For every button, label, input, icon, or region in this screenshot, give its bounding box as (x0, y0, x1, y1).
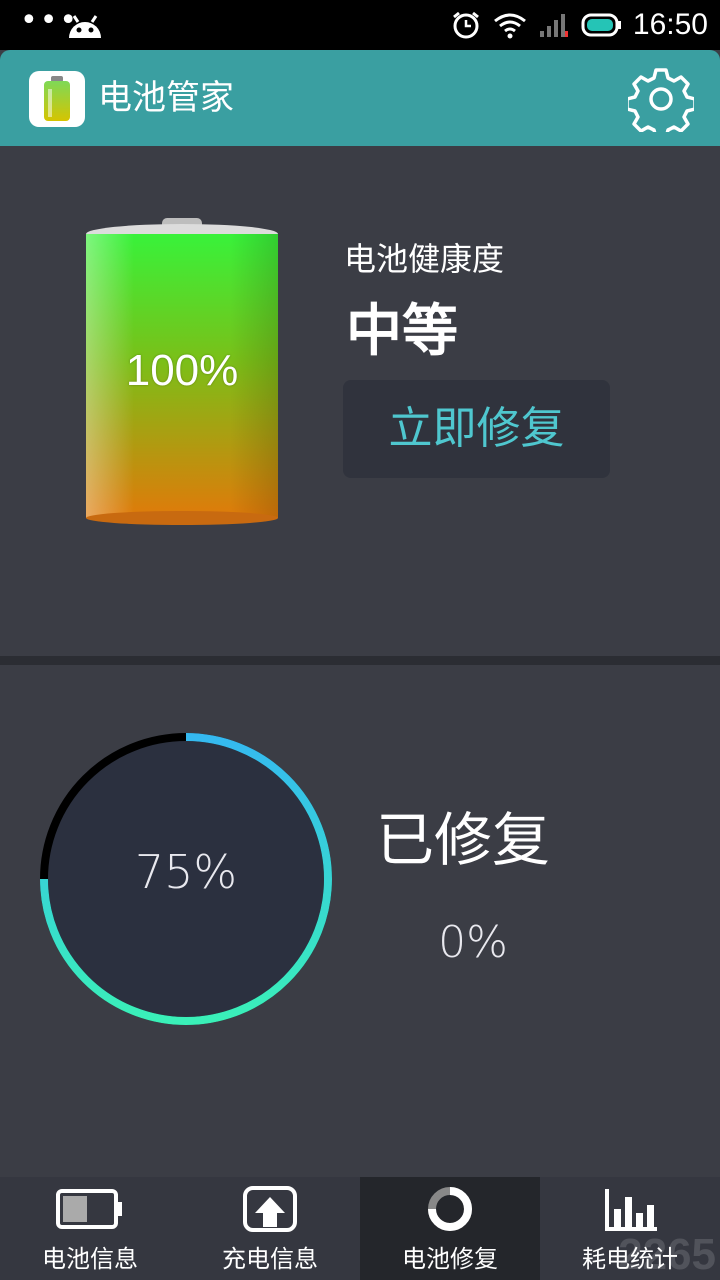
page-title: 电池管家 (98, 78, 234, 118)
repair-progress-panel: 75% 已修复 0% (0, 665, 720, 1177)
status-time: 16:50 (632, 8, 708, 41)
health-value: 中等 (346, 299, 458, 364)
app-logo-icon (29, 71, 85, 127)
repaired-label: 已修复 (376, 806, 551, 874)
nav-charge-info[interactable]: 充电信息 (180, 1177, 360, 1280)
health-label: 电池健康度 (344, 240, 505, 278)
bar-chart-icon (605, 1189, 657, 1231)
ring-percent-text: 75% (134, 845, 238, 899)
android-icon (69, 15, 101, 38)
nav-label: 充电信息 (222, 1245, 318, 1273)
repaired-percent: 0% (438, 917, 508, 968)
app-header: 电池管家 (0, 50, 720, 146)
signal-icon (539, 14, 568, 37)
nav-label: 电池修复 (402, 1245, 498, 1273)
battery-health-panel: 100% 电池健康度 中等 立即修复 (0, 146, 720, 656)
nav-label: 电池信息 (42, 1245, 138, 1273)
wifi-icon (493, 13, 526, 39)
upload-icon (243, 1186, 297, 1232)
gear-icon[interactable] (628, 66, 694, 132)
section-divider (0, 656, 720, 665)
bottom-nav: 电池信息 充电信息 电池修复 耗电统计 2265 (0, 1177, 720, 1280)
ring-icon (428, 1187, 472, 1231)
battery-level-text: 100% (125, 346, 239, 395)
nav-battery-repair[interactable]: 电池修复 (360, 1177, 540, 1280)
repair-now-button[interactable]: 立即修复 (343, 380, 610, 478)
watermark: 2265 (618, 1230, 716, 1279)
status-bar: ••• 16:50 (0, 0, 720, 50)
nav-battery-info[interactable]: 电池信息 (0, 1177, 180, 1280)
alarm-icon (452, 11, 479, 39)
battery-status-icon (581, 13, 621, 37)
battery-icon (56, 1189, 122, 1229)
